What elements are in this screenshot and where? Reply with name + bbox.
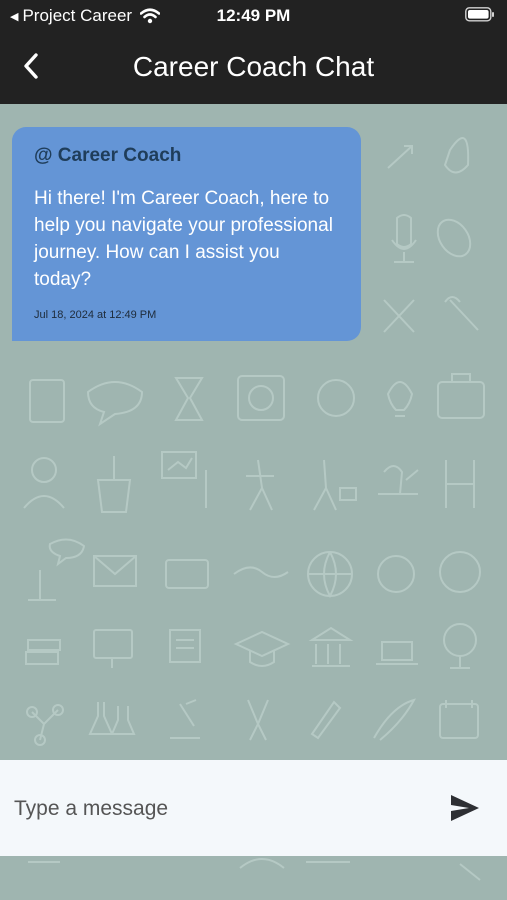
diploma-icon [169,629,201,663]
safe-icon [237,375,285,421]
graduation-cap-icon [233,630,291,667]
clock: 12:49 PM [216,6,291,25]
battery-indicator [465,7,495,27]
desk-globe-icon [443,623,477,657]
tools-icon [383,299,415,333]
flasks-icon [88,702,136,735]
message-bubble: @ Career Coach Hi there! I'm Career Coac… [12,127,361,341]
courthouse-icon [308,626,354,667]
presentation-icon [161,451,207,508]
podium-icon [96,456,132,513]
status-bar: ◀ Project Career 12:49 PM [0,0,507,32]
person-icon [31,457,57,483]
message-input[interactable] [12,790,416,828]
document-stack-icon [29,379,65,423]
handshake-icon [233,566,289,578]
message-timestamp: Jul 18, 2024 at 12:49 PM [34,309,157,321]
worker-icon [246,459,274,511]
envelope-heart-icon [93,555,137,587]
chat-person-icon [28,538,86,601]
leaf-icon [443,137,470,174]
pen-icon [310,700,342,740]
send-icon [451,795,479,821]
wrench-icon [444,296,479,331]
pencil-icon [387,145,413,169]
speech-bubble-icon [86,381,144,427]
pliers-icon [247,699,269,741]
page-title: Career Coach Chat [132,51,375,82]
navigation-bar: Career Coach Chat [0,32,507,104]
briefcase-icon [437,381,485,419]
bottom-doodles [28,858,481,881]
message-composer [0,760,507,856]
safe-dial-icon [248,385,274,411]
feathers-icon [373,698,417,741]
hourglass-icon [174,377,204,421]
battery-icon [465,7,494,22]
delivery-icon [313,459,357,511]
world-map-icon [439,551,481,593]
football-icon [436,218,472,258]
handshake-people-icon [445,460,475,508]
badge-icon [317,379,355,417]
projector-icon [93,629,133,659]
lightbulb-icon [386,381,414,417]
microphone-icon [391,214,417,263]
send-button[interactable] [449,793,481,823]
message-sender: @ Career Coach [34,145,182,166]
desk-worker-icon [378,465,419,495]
microscope-icon [170,699,200,739]
mail-icon [165,559,209,589]
message-text: Hi there! I'm Career Coach, here to help… [34,188,333,290]
laptop-icon [376,641,418,665]
world-apple-icon [377,555,415,593]
calendar-icon [439,703,479,739]
books-icon [25,639,61,665]
